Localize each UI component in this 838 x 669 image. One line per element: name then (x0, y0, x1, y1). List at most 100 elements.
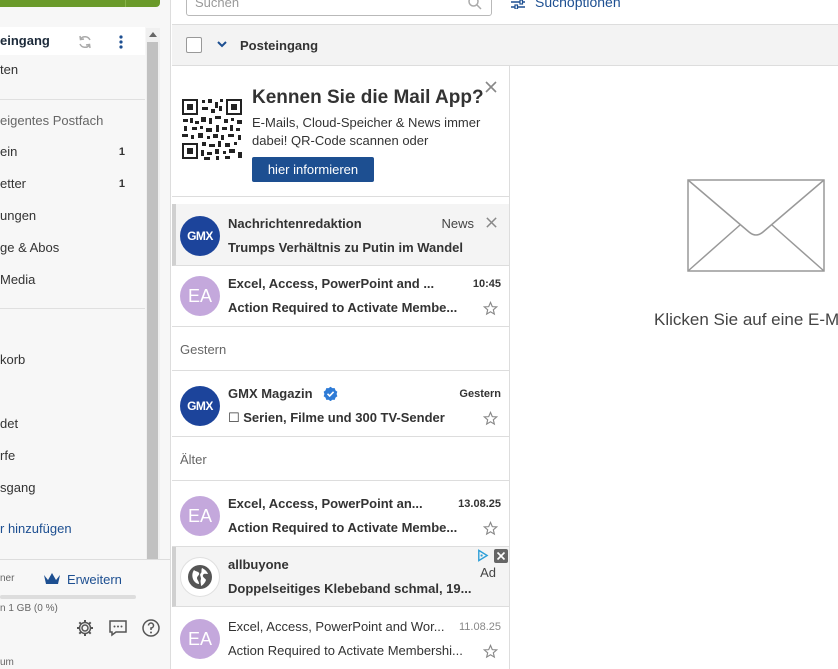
divider (0, 99, 145, 100)
close-icon[interactable] (485, 216, 498, 229)
message-sender: GMX Magazin (228, 386, 313, 401)
filter-icon (511, 0, 525, 9)
message-sender: Nachrichtenredaktion (228, 216, 362, 231)
message-row-news[interactable]: GMX Nachrichtenredaktion News Trumps Ver… (172, 204, 509, 266)
avatar-advertiser (180, 557, 220, 597)
folder-item-newsletter[interactable]: etter 1 (0, 170, 145, 198)
folder-item-notifications[interactable]: ungen (0, 202, 145, 230)
sidebar: eingang ten eigentes Postfach ein 1 ette… (0, 0, 171, 669)
select-all-checkbox[interactable] (186, 37, 202, 53)
search-box[interactable] (186, 0, 492, 16)
star-icon[interactable] (483, 411, 498, 426)
compose-dropdown-button[interactable] (125, 0, 160, 7)
sync-icon[interactable] (77, 34, 93, 50)
storage-label: ner (0, 573, 15, 584)
adchoices-icon[interactable] (476, 549, 489, 562)
gear-icon[interactable] (74, 617, 96, 639)
message-row[interactable]: EA Excel, Access, PowerPoint and ... 10:… (172, 266, 509, 327)
folder-label: etter (0, 176, 27, 191)
folder-item-general[interactable]: ein 1 (0, 138, 145, 166)
folder-label: eingang (0, 33, 50, 48)
list-header: Posteingang (172, 25, 838, 66)
folder-item-social-media[interactable]: Media (0, 266, 145, 294)
message-sender: Excel, Access, PowerPoint an... (228, 496, 423, 511)
folder-list: eingang ten eigentes Postfach ein 1 ette… (0, 24, 145, 559)
message-subject: Trumps Verhältnis zu Putin im Wandel (228, 240, 463, 255)
unread-count: 1 (118, 146, 125, 158)
message-sender: Excel, Access, PowerPoint and Wor... (228, 619, 445, 634)
folder-label: korb (0, 352, 26, 367)
promo-text: E-Mails, Cloud-Speicher & News immer dab… (252, 115, 481, 148)
message-subject: Action Required to Activate Membe... (228, 300, 458, 315)
message-time: Gestern (459, 388, 501, 400)
message-row[interactable]: GMX GMX Magazin Gestern ☐ Serien, Filme … (172, 371, 509, 437)
avatar-gmx: GMX (180, 386, 220, 426)
folder-label: det (0, 416, 19, 431)
star-icon[interactable] (483, 644, 498, 659)
search-options-label: Suchoptionen (535, 0, 621, 10)
avatar-initials: EA (180, 619, 220, 659)
message-list: Kennen Sie die Mail App? E-Mails, Cloud-… (172, 66, 510, 669)
chat-icon[interactable] (107, 617, 129, 639)
star-icon[interactable] (483, 521, 498, 536)
folder-item-outbox[interactable]: sgang (0, 474, 145, 502)
more-info-button[interactable]: hier informieren (252, 157, 374, 182)
group-label-yesterday: Gestern (172, 328, 509, 371)
message-subject: Action Required to Activate Membershi... (228, 643, 463, 658)
scroll-thumb[interactable] (147, 42, 158, 580)
folder-item-inbox[interactable]: eingang (0, 27, 145, 55)
scroll-up-arrow[interactable] (149, 32, 157, 37)
folder-label: ten (0, 62, 19, 77)
message-time: 11.08.25 (458, 621, 501, 633)
empty-state-text: Klicken Sie auf eine E-Mail (654, 310, 838, 329)
ad-label: Ad (480, 565, 496, 580)
message-subject: ☐ Serien, Filme und 300 TV-Sender (228, 410, 445, 425)
message-sender: Excel, Access, PowerPoint and ... (228, 276, 435, 291)
compose-button-bar[interactable] (0, 0, 160, 7)
storage-text: n 1 GB (0 %) (0, 603, 58, 614)
folder-label: sgang (0, 480, 36, 495)
folder-label: rfe (0, 448, 16, 463)
message-subject: Action Required to Activate Membe... (228, 520, 458, 535)
divider (0, 308, 145, 309)
reading-pane: Klicken Sie auf eine E-Mail (511, 66, 838, 669)
message-time: 10:45 (472, 278, 501, 290)
folder-item-sent[interactable]: det (0, 410, 145, 438)
chevron-down-icon[interactable] (216, 38, 228, 50)
unread-count: 1 (118, 178, 125, 190)
upgrade-button[interactable]: Erweitern (43, 570, 122, 588)
help-icon[interactable] (140, 617, 162, 639)
message-row[interactable]: EA Excel, Access, PowerPoint and Wor... … (172, 607, 509, 669)
message-row[interactable]: EA Excel, Access, PowerPoint an... 13.08… (172, 481, 509, 547)
app-promo-box: Kennen Sie die Mail App? E-Mails, Cloud-… (172, 66, 509, 197)
globe-icon (188, 565, 212, 589)
folder-item-trash[interactable]: korb (0, 346, 145, 374)
qr-code (180, 97, 244, 161)
envelope-icon (687, 179, 825, 272)
group-label-older: Älter (172, 438, 509, 481)
avatar-initials: EA (180, 496, 220, 536)
folder-label: ein (0, 144, 18, 159)
close-icon[interactable] (494, 549, 508, 563)
folder-title: Posteingang (240, 38, 319, 53)
storage-bar (0, 595, 136, 599)
promo-title: Kennen Sie die Mail App? (252, 87, 484, 108)
search-input[interactable] (195, 0, 455, 11)
star-icon[interactable] (483, 301, 498, 316)
folder-item-drafts-2[interactable]: rfe (0, 442, 145, 470)
close-icon[interactable] (484, 80, 498, 94)
message-row-ad[interactable]: allbuyone Ad Doppelseitiges Klebeband sc… (172, 547, 509, 607)
footer-text: um (0, 657, 14, 668)
message-sender: allbuyone (228, 557, 289, 572)
search-icon[interactable] (467, 0, 483, 11)
add-folder-link[interactable]: r hinzufügen (0, 521, 72, 536)
kebab-icon[interactable] (112, 33, 130, 51)
folder-label: ge & Abos (0, 240, 60, 255)
folder-item-orders[interactable]: ge & Abos (0, 234, 145, 262)
search-options-button[interactable]: Suchoptionen (510, 0, 621, 10)
folder-item-drafts[interactable]: ten (0, 56, 145, 84)
sidebar-scrollbar[interactable] (146, 28, 160, 612)
folder-label: Media (0, 272, 36, 287)
message-subject: Doppelseitiges Klebeband schmal, 19... (228, 581, 472, 596)
section-title-custom-mailbox: eigentes Postfach (0, 113, 104, 128)
